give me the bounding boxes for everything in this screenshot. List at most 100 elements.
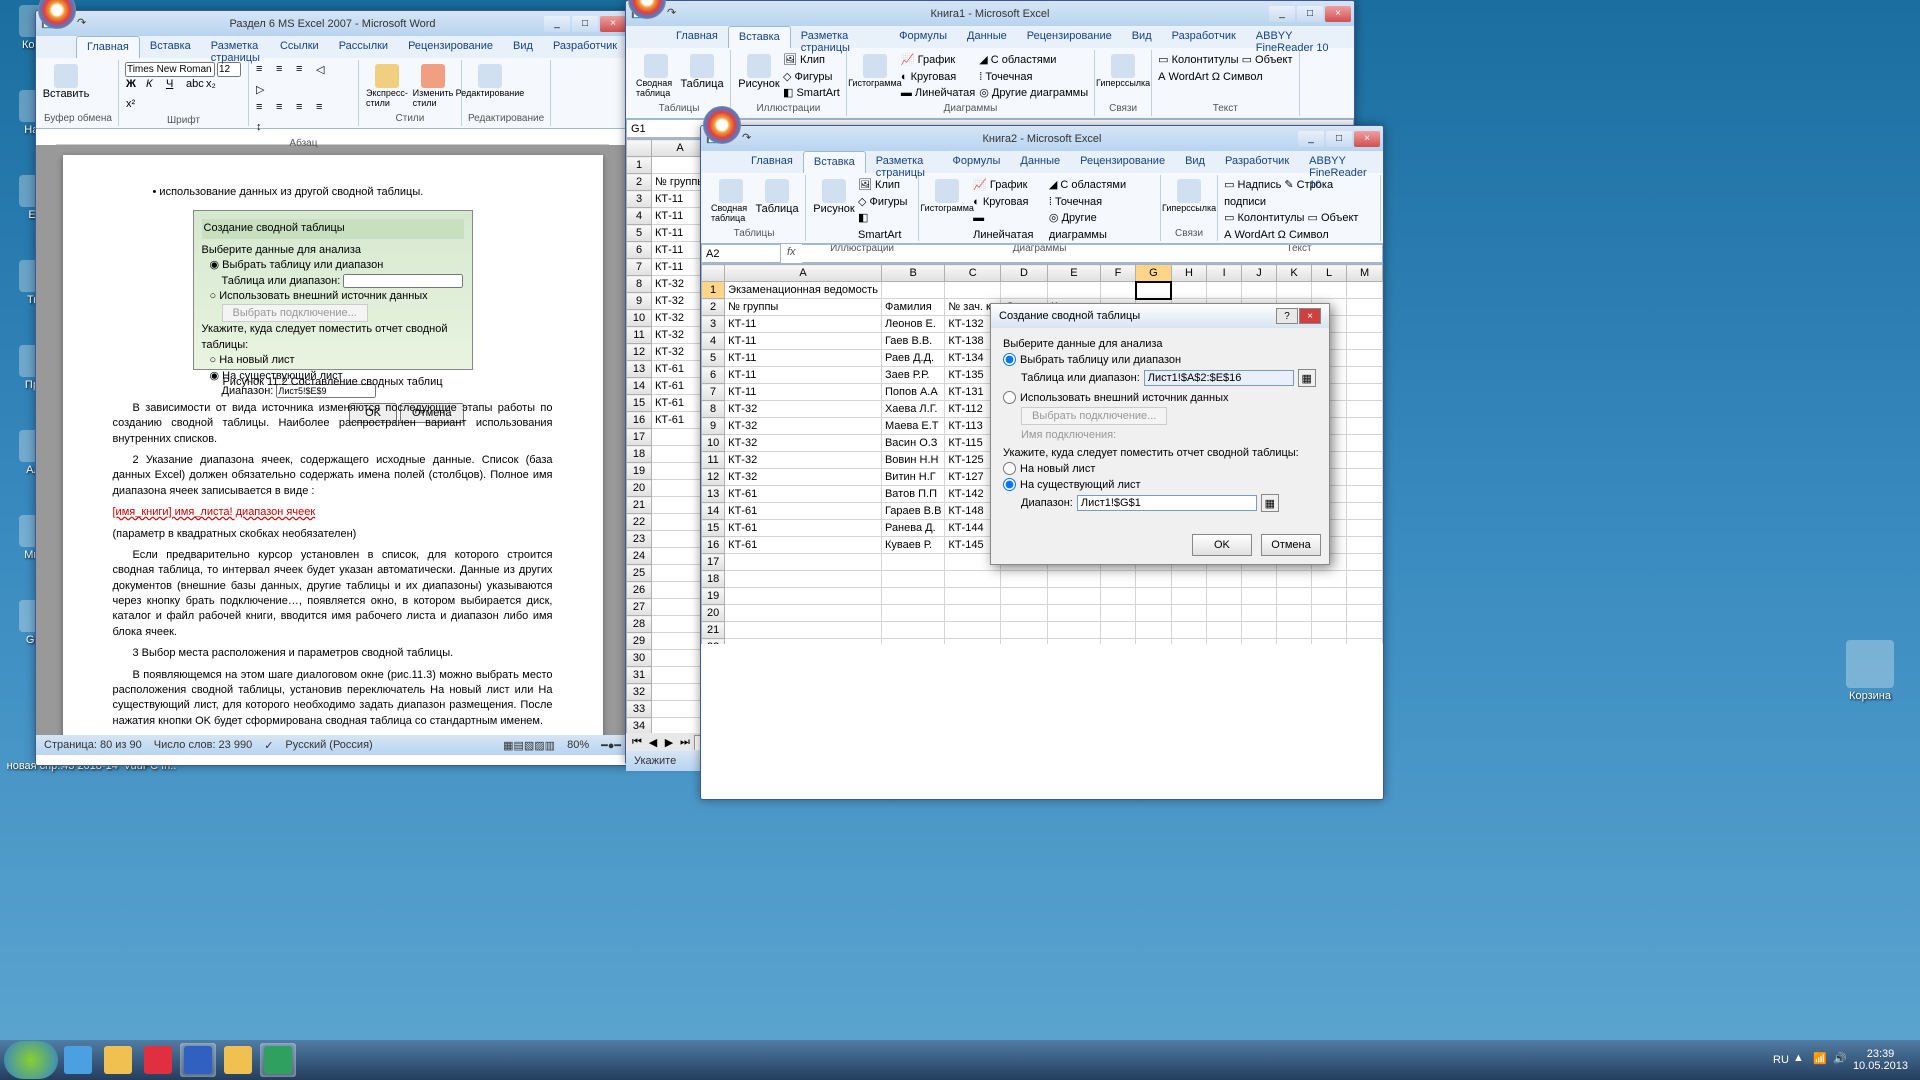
cell[interactable] <box>1136 588 1172 605</box>
tab-next-icon[interactable]: ▶ <box>662 736 676 749</box>
cell[interactable] <box>1347 350 1383 367</box>
volume-icon[interactable]: 🔊 <box>1833 1052 1849 1068</box>
office-button[interactable] <box>703 106 741 144</box>
header-button[interactable]: ▭ Колонтитулы ▭ Объект <box>1158 52 1292 69</box>
row-header[interactable]: 25 <box>627 565 652 582</box>
cell[interactable] <box>1276 282 1311 299</box>
cell[interactable] <box>1100 588 1135 605</box>
strike-icon[interactable]: abc <box>185 77 203 95</box>
row-header[interactable]: 6 <box>702 367 725 384</box>
row-header[interactable]: 27 <box>627 599 652 616</box>
cell[interactable]: Фамилия <box>881 299 944 316</box>
cell[interactable] <box>1000 588 1047 605</box>
cell[interactable]: КТ-61 <box>725 537 882 554</box>
redo-icon[interactable]: ↷ <box>77 16 93 32</box>
close-button[interactable]: × <box>600 16 626 32</box>
align-center-icon[interactable]: ≡ <box>275 100 293 118</box>
table-row[interactable]: 18 <box>702 571 1383 588</box>
row-header[interactable]: 17 <box>702 554 725 571</box>
row-header[interactable]: 21 <box>627 497 652 514</box>
task-folder[interactable] <box>220 1043 256 1077</box>
cell[interactable]: Раев Д.Д. <box>881 350 944 367</box>
row-header[interactable]: 3 <box>702 316 725 333</box>
cell[interactable]: Ранева Д. <box>881 520 944 537</box>
bold-icon[interactable]: Ж <box>125 77 143 95</box>
cell[interactable]: Леонов Е. <box>881 316 944 333</box>
cell[interactable]: Ватов П.П <box>881 486 944 503</box>
col-header[interactable]: M <box>1347 265 1383 282</box>
row-header[interactable]: 19 <box>627 463 652 480</box>
row-header[interactable]: 34 <box>627 718 652 734</box>
cell[interactable] <box>1347 367 1383 384</box>
row-header[interactable]: 28 <box>627 616 652 633</box>
name-box-input[interactable] <box>626 119 706 138</box>
chart-pie-button[interactable]: ◐ Круговая <box>901 69 975 86</box>
cell[interactable] <box>1000 639 1047 645</box>
title-bar[interactable]: 💾↶↷ Раздел 6 MS Excel 2007 - Microsoft W… <box>36 11 629 36</box>
cell[interactable] <box>945 605 1001 622</box>
cell[interactable] <box>1171 605 1206 622</box>
cell[interactable] <box>1347 639 1383 645</box>
cell[interactable]: КТ-11 <box>725 333 882 350</box>
tab-data[interactable]: Данные <box>957 26 1017 48</box>
cell[interactable] <box>1100 571 1135 588</box>
cell[interactable]: КТ-32 <box>725 469 882 486</box>
tab-abbyy[interactable]: ABBYY FineReader 10 <box>1299 151 1383 173</box>
chart-graph-button[interactable]: 📈 График <box>901 52 975 69</box>
cell[interactable] <box>1347 418 1383 435</box>
cell[interactable]: КТ-11 <box>725 350 882 367</box>
cell[interactable] <box>1347 435 1383 452</box>
table-range-input[interactable] <box>1144 370 1294 386</box>
quick-styles-button[interactable]: Экспресс-стили <box>365 62 409 110</box>
col-header[interactable]: D <box>1000 265 1047 282</box>
col-header[interactable]: F <box>1100 265 1135 282</box>
radio-input[interactable] <box>1003 462 1016 475</box>
title-bar[interactable]: 💾↶↷ Книга2 - Microsoft Excel _ □ × <box>701 126 1383 151</box>
cell[interactable] <box>1171 282 1206 299</box>
tab-prev-icon[interactable]: ◀ <box>646 736 660 749</box>
tab-mailings[interactable]: Рассылки <box>329 36 398 58</box>
cell[interactable] <box>1048 622 1101 639</box>
col-header[interactable]: J <box>1242 265 1277 282</box>
cell[interactable]: КТ-32 <box>725 418 882 435</box>
cell[interactable] <box>1347 605 1383 622</box>
radio-input[interactable] <box>1003 391 1016 404</box>
table-row[interactable]: 19 <box>702 588 1383 605</box>
cell[interactable] <box>1312 605 1347 622</box>
page-indicator[interactable]: Страница: 80 из 90 <box>44 739 142 751</box>
cell[interactable] <box>725 622 882 639</box>
tab-view[interactable]: Вид <box>1122 26 1162 48</box>
histogram-button[interactable]: Гистограмма <box>853 52 897 102</box>
cell[interactable] <box>1100 282 1135 299</box>
row-header[interactable]: 1 <box>702 282 725 299</box>
cell[interactable]: КТ-61 <box>725 503 882 520</box>
minimize-button[interactable]: _ <box>544 16 570 32</box>
row-header[interactable]: 21 <box>702 622 725 639</box>
row-header[interactable]: 2 <box>627 174 652 191</box>
row-header[interactable]: 6 <box>627 242 652 259</box>
cell[interactable] <box>1347 469 1383 486</box>
cell[interactable] <box>945 622 1001 639</box>
tab-developer[interactable]: Разработчик <box>1215 151 1299 173</box>
collapse-dialog-icon[interactable]: ▦ <box>1298 369 1316 387</box>
cell[interactable] <box>1242 622 1277 639</box>
shapes-button[interactable]: ◇ Фигуры <box>858 194 912 211</box>
task-ie[interactable] <box>60 1043 96 1077</box>
cell[interactable] <box>1000 282 1047 299</box>
cell[interactable]: КТ-11 <box>725 316 882 333</box>
row-header[interactable]: 7 <box>627 259 652 276</box>
chart-scatter-button[interactable]: ⁞ Точечная <box>979 69 1088 86</box>
cell[interactable] <box>1312 588 1347 605</box>
clock[interactable]: 23:39 10.05.2013 <box>1853 1048 1908 1072</box>
cell[interactable] <box>1347 503 1383 520</box>
radio-input[interactable] <box>1003 478 1016 491</box>
clip-button[interactable]: 🖼 Клип <box>858 177 912 194</box>
cell[interactable] <box>1100 639 1135 645</box>
cell[interactable]: Маева Е.Т <box>881 418 944 435</box>
formula-input[interactable] <box>802 244 1383 263</box>
tab-review[interactable]: Рецензирование <box>398 36 503 58</box>
cell[interactable] <box>1171 588 1206 605</box>
cell[interactable] <box>1276 622 1311 639</box>
row-header[interactable]: 13 <box>627 361 652 378</box>
cell[interactable] <box>1000 622 1047 639</box>
